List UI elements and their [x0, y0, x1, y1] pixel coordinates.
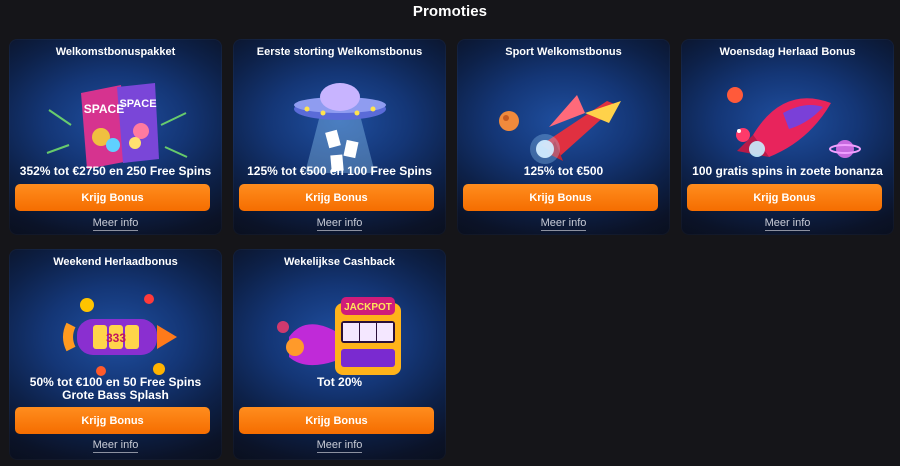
more-info-label[interactable]: Meer info — [764, 217, 811, 231]
more-info-link[interactable]: Meer info — [233, 217, 446, 231]
space-food-bags-icon: SPACE SPACE — [46, 83, 187, 169]
get-bonus-button[interactable]: Krijg Bonus — [15, 184, 210, 211]
offer-text: Tot 20% — [316, 375, 363, 389]
card-title: Eerste storting Welkomstbonus — [256, 46, 423, 58]
spaceship-icon — [726, 87, 861, 158]
slot-rocket-icon: 333 — [62, 294, 177, 376]
more-info-link[interactable]: Meer info — [9, 217, 222, 231]
offer-text: 100 gratis spins in zoete bonanza — [692, 164, 883, 178]
promo-card-weekly-cashback: Wekelijkse Cashback JACKPOT Tot 20% Krij… — [233, 249, 446, 460]
rocket-icon — [498, 95, 621, 164]
more-info-link[interactable]: Meer info — [233, 439, 446, 453]
svg-text:333: 333 — [105, 331, 125, 345]
promotions-grid: Welkomstbonuspakket SPACE SPACE 352% tot… — [0, 0, 900, 466]
svg-text:SPACE: SPACE — [83, 102, 123, 116]
offer-text: 352% tot €2750 en 250 Free Spins — [19, 164, 212, 178]
svg-text:SPACE: SPACE — [119, 98, 156, 110]
offer-text-line-1: 50% tot €100 en 50 Free Spins — [29, 375, 202, 389]
get-bonus-button[interactable]: Krijg Bonus — [687, 184, 882, 211]
offer-text: 125% tot €500 en 100 Free Spins — [247, 164, 432, 178]
card-title: Weekend Herlaadbonus — [53, 256, 178, 268]
svg-text:JACKPOT: JACKPOT — [344, 302, 392, 313]
offer-text-line-2: Grote Bass Splash — [62, 388, 169, 402]
more-info-label[interactable]: Meer info — [316, 439, 363, 453]
get-bonus-button[interactable]: Krijg Bonus — [239, 184, 434, 211]
promo-card-wednesday-reload: Woensdag Herlaad Bonus 100 gratis spins … — [681, 39, 894, 235]
card-title: Woensdag Herlaad Bonus — [719, 46, 856, 58]
promo-card-first-deposit: Eerste storting Welkomstbonus 125% tot €… — [233, 39, 446, 235]
more-info-link[interactable]: Meer info — [9, 439, 222, 453]
get-bonus-button[interactable]: Krijg Bonus — [463, 184, 658, 211]
get-bonus-button[interactable]: Krijg Bonus — [239, 407, 434, 434]
more-info-label[interactable]: Meer info — [316, 217, 363, 231]
promo-card-weekend-reload: Weekend Herlaadbonus 333 50% tot €100 en… — [9, 249, 222, 460]
card-title: Sport Welkomstbonus — [505, 46, 622, 58]
ufo-icon — [293, 83, 386, 173]
more-info-label[interactable]: Meer info — [540, 217, 587, 231]
get-bonus-button[interactable]: Krijg Bonus — [15, 407, 210, 434]
more-info-label[interactable]: Meer info — [92, 217, 139, 231]
jackpot-machine-icon: JACKPOT — [276, 297, 401, 375]
offer-text: 125% tot €500 — [523, 164, 604, 178]
promo-card-welcome-package: Welkomstbonuspakket SPACE SPACE 352% tot… — [9, 39, 222, 235]
card-title: Welkomstbonuspakket — [55, 46, 176, 58]
promo-card-sport-welcome: Sport Welkomstbonus 125% tot €500 Krijg … — [457, 39, 670, 235]
more-info-link[interactable]: Meer info — [457, 217, 670, 231]
card-title: Wekelijkse Cashback — [283, 256, 396, 268]
more-info-label[interactable]: Meer info — [92, 439, 139, 453]
more-info-link[interactable]: Meer info — [681, 217, 894, 231]
